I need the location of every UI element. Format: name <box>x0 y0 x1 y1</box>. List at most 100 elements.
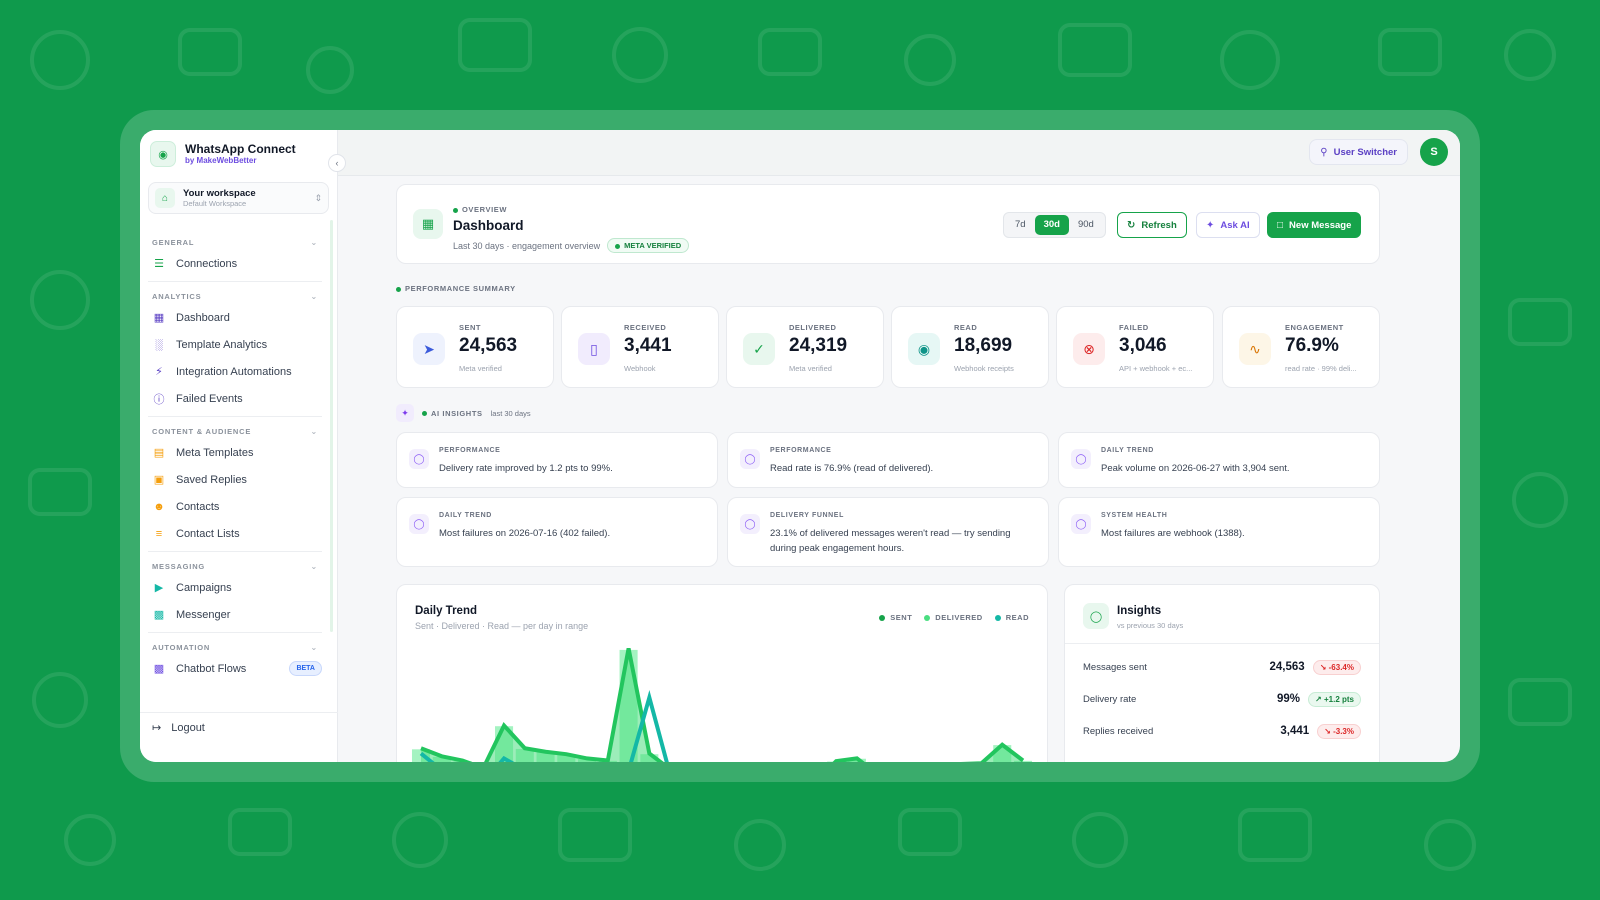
new-message-button[interactable]: □ New Message <box>1267 212 1362 238</box>
logout-icon: ↦ <box>152 722 162 734</box>
divider <box>148 632 322 633</box>
chevron-down-icon: ⌄ <box>310 291 318 301</box>
logout-button[interactable]: ↦ Logout <box>140 712 338 742</box>
sidebar-item-failed-events[interactable]: ⓘ Failed Events <box>140 385 330 412</box>
insight-kicker: DAILY TREND <box>1101 447 1154 454</box>
section-analytics[interactable]: ANALYTICS ⌄ <box>140 288 330 304</box>
stat-value: 24,563 <box>459 335 518 356</box>
sidebar-item-meta-templates[interactable]: ▤ Meta Templates <box>140 439 330 466</box>
main-content: ▦ OVERVIEW Dashboard Last 30 days · enga… <box>338 176 1460 762</box>
phone-icon: ▯ <box>578 333 610 365</box>
ask-ai-button[interactable]: ✦ Ask AI <box>1196 212 1260 238</box>
insight-text: Read rate is 76.9% (read of delivered). <box>770 463 934 474</box>
stat-value: 3,046 <box>1119 335 1167 356</box>
refresh-button[interactable]: ↻ Refresh <box>1117 212 1187 238</box>
sidebar-item-label: Integration Automations <box>176 365 292 378</box>
sidebar-item-label: Template Analytics <box>176 338 268 351</box>
sidebar-item-dashboard[interactable]: ▦ Dashboard <box>140 304 330 331</box>
stat-sub: Webhook <box>624 364 656 373</box>
sidebar-nav: GENERAL ⌄ ☰ Connections ANALYTICS ⌄ ▦ Da… <box>140 228 330 698</box>
section-title: AUTOMATION <box>152 642 211 652</box>
grid-icon: ▦ <box>413 209 443 239</box>
sidebar-item-label: Contact Lists <box>176 527 240 540</box>
lightbulb-icon: ◯ <box>1071 514 1091 534</box>
insight-card: ◯ PERFORMANCE Read rate is 76.9% (read o… <box>727 432 1049 488</box>
check-circle-icon: ✓ <box>743 333 775 365</box>
section-messaging[interactable]: MESSAGING ⌄ <box>140 558 330 574</box>
lightbulb-icon: ◯ <box>740 514 760 534</box>
message-icon: □ <box>1277 219 1284 231</box>
overview-kicker: OVERVIEW <box>453 205 507 214</box>
grid-icon: ▦ <box>153 312 165 324</box>
sidebar-item-label: Connections <box>176 257 238 270</box>
sidebar-item-template-analytics[interactable]: ░ Template Analytics <box>140 331 330 358</box>
range-7d-button[interactable]: 7d <box>1006 215 1035 235</box>
insight-kicker: SYSTEM HEALTH <box>1101 512 1168 519</box>
metric-delta-badge: ↗ +1.2 pts <box>1308 691 1361 707</box>
insight-kicker: PERFORMANCE <box>439 447 501 454</box>
sidebar-item-connections[interactable]: ☰ Connections <box>140 250 330 277</box>
x-circle-icon: ⊗ <box>1073 333 1105 365</box>
user-switcher-button[interactable]: ⚲ User Switcher <box>1309 139 1408 165</box>
sidebar-item-chatbot-flows[interactable]: ▩ Chatbot Flows BETA <box>140 655 330 682</box>
stat-sub: read rate · 99% deli... <box>1285 364 1357 373</box>
divider <box>1065 643 1379 644</box>
overview-subtitle: Last 30 days · engagement overview META … <box>453 238 690 253</box>
range-30d-button[interactable]: 30d <box>1034 215 1069 235</box>
sidebar-scrollbar[interactable] <box>330 220 333 632</box>
sidebar-item-messenger[interactable]: ▩ Messenger <box>140 601 330 628</box>
section-content-audience[interactable]: CONTENT & AUDIENCE ⌄ <box>140 423 330 439</box>
insights-subtitle: vs previous 30 days <box>1117 621 1184 630</box>
range-90d-button[interactable]: 90d <box>1069 215 1103 235</box>
sidebar-item-integration-automations[interactable]: ⚡︎ Integration Automations <box>140 358 330 385</box>
workspace-name: Your workspace <box>183 188 256 199</box>
performance-summary-label: PERFORMANCE SUMMARY <box>396 284 516 293</box>
avatar[interactable]: S <box>1420 138 1448 166</box>
insight-text: Most failures are webhook (1388). <box>1101 528 1245 539</box>
sparkles-icon: ✦ <box>396 404 414 422</box>
section-title: GENERAL <box>152 237 195 247</box>
chart-legend: SENT DELIVERED READ <box>867 613 1029 622</box>
sparkles-icon: ✦ <box>1206 219 1215 231</box>
stat-card-engagement: ∿ ENGAGEMENT 76.9% read rate · 99% deli.… <box>1222 306 1380 388</box>
stat-card-received: ▯ RECEIVED 3,441 Webhook <box>561 306 719 388</box>
sidebar-item-contact-lists[interactable]: ≡ Contact Lists <box>140 520 330 547</box>
brand: ◉ WhatsApp Connect by MakeWebBetter <box>140 130 337 178</box>
metric-label: Delivery rate <box>1083 693 1137 705</box>
meta-verified-badge: META VERIFIED <box>607 238 690 253</box>
sidebar-item-label: Failed Events <box>176 392 243 405</box>
metric-value: 24,563 <box>1269 661 1305 673</box>
app-window: ◉ WhatsApp Connect by MakeWebBetter ⌂ Yo… <box>140 130 1460 762</box>
insight-kicker: DAILY TREND <box>439 512 492 519</box>
lightbulb-icon: ◯ <box>1071 449 1091 469</box>
sidebar-item-campaigns[interactable]: ▶ Campaigns <box>140 574 330 601</box>
legend-sent: SENT <box>879 613 912 622</box>
divider <box>148 416 322 417</box>
eye-icon: ◉ <box>908 333 940 365</box>
date-range-toggle: 7d 30d 90d <box>1003 212 1106 238</box>
section-general[interactable]: GENERAL ⌄ <box>140 234 330 250</box>
stat-value: 76.9% <box>1285 335 1339 356</box>
stat-card-failed: ⊗ FAILED 3,046 API + webhook + ec... <box>1056 306 1214 388</box>
stat-value: 24,319 <box>789 335 848 356</box>
sidebar-item-saved-replies[interactable]: ▣ Saved Replies <box>140 466 330 493</box>
insight-card: ◯ DAILY TREND Most failures on 2026-07-1… <box>396 497 718 567</box>
insight-card: ◯ DAILY TREND Peak volume on 2026-06-27 … <box>1058 432 1380 488</box>
workspace-switcher[interactable]: ⌂ Your workspace Default Workspace ⇕ <box>148 182 329 214</box>
sidebar-item-contacts[interactable]: ☻ Contacts <box>140 493 330 520</box>
ai-insights-header: ✦ AI INSIGHTS last 30 days <box>396 404 531 422</box>
insights-card: ◯ Insights vs previous 30 days Messages … <box>1064 584 1380 762</box>
lightbulb-icon: ◯ <box>1083 603 1109 629</box>
sidebar-item-label: Campaigns <box>176 581 232 594</box>
chevron-down-icon: ⌄ <box>310 642 318 652</box>
metric-row-replies-received: Replies received 3,441 ↘ -3.3% <box>1083 721 1361 741</box>
section-automation[interactable]: AUTOMATION ⌄ <box>140 639 330 655</box>
ai-insights-label: AI INSIGHTS <box>422 409 483 418</box>
insight-kicker: DELIVERY FUNNEL <box>770 512 844 519</box>
sidebar-item-label: Meta Templates <box>176 446 254 459</box>
inbox-icon: ▩ <box>153 609 165 621</box>
section-title: MESSAGING <box>152 561 206 571</box>
metric-delta-badge: ↘ -63.4% <box>1312 659 1361 675</box>
logout-label: Logout <box>171 721 205 734</box>
collapse-sidebar-button[interactable]: ‹ <box>328 154 346 172</box>
